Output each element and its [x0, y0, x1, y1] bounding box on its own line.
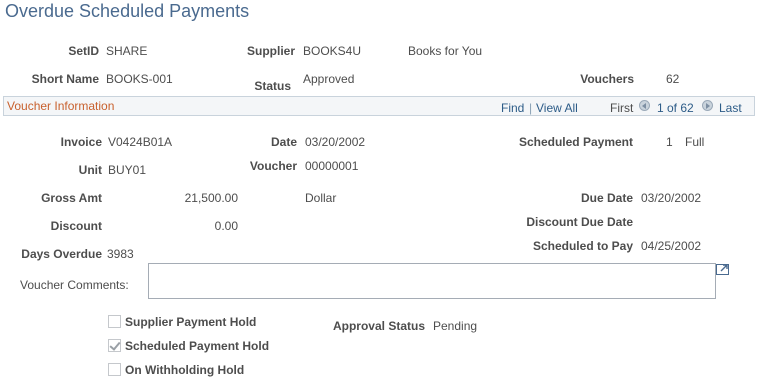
status-value: Approved: [303, 72, 355, 86]
arrow-right-icon[interactable]: [702, 100, 713, 111]
view-all-link[interactable]: View All: [536, 101, 578, 115]
voucher-value: 00000001: [305, 159, 359, 173]
due-date-label: Due Date: [580, 191, 633, 205]
setid-value: SHARE: [106, 44, 148, 58]
unit-value: BUY01: [108, 163, 147, 177]
supplier-payment-hold-checkbox[interactable]: [108, 315, 121, 328]
section-title: Voucher Information: [7, 99, 115, 113]
scheduled-payment-hold-label: Scheduled Payment Hold: [125, 339, 270, 353]
short-name-label: Short Name: [31, 72, 99, 86]
due-date-value: 03/20/2002: [641, 191, 702, 205]
supplier-value: BOOKS4U: [303, 44, 362, 58]
gross-amt-label: Gross Amt: [41, 191, 102, 205]
gross-amt-value: 21,500.00: [184, 191, 238, 205]
vouchers-label: Vouchers: [580, 72, 634, 86]
pager-text: 1 of 62: [657, 101, 694, 115]
discount-value: 0.00: [214, 219, 238, 233]
arrow-left-icon[interactable]: [639, 100, 650, 111]
unit-label: Unit: [78, 163, 102, 177]
scheduled-to-pay-value: 04/25/2002: [641, 239, 702, 253]
discount-label: Discount: [50, 219, 102, 233]
scheduled-payment-type: Full: [685, 135, 705, 149]
find-link[interactable]: Find: [501, 101, 524, 115]
withholding-hold-label: On Withholding Hold: [125, 363, 245, 377]
vouchers-value: 62: [666, 72, 680, 86]
approval-status-value: Pending: [433, 319, 478, 333]
scheduled-to-pay-label: Scheduled to Pay: [532, 239, 633, 253]
voucher-comments-label: Voucher Comments:: [20, 278, 129, 292]
invoice-label: Invoice: [60, 135, 102, 149]
date-label: Date: [270, 135, 297, 149]
days-overdue-value: 3983: [107, 247, 134, 261]
page-title: Overdue Scheduled Payments: [5, 1, 250, 21]
short-name-value: BOOKS-001: [106, 72, 173, 86]
scheduled-payment-value: 1: [666, 135, 673, 149]
last-link[interactable]: Last: [719, 101, 742, 115]
supplier-payment-hold-label: Supplier Payment Hold: [125, 315, 257, 329]
checkmark-icon: [109, 339, 121, 351]
voucher-comments-field[interactable]: [148, 263, 716, 299]
invoice-value: V0424B01A: [108, 135, 173, 149]
status-label: Status: [254, 79, 291, 93]
setid-label: SetID: [68, 44, 99, 58]
approval-status-label: Approval Status: [332, 319, 425, 333]
nav-separator: |: [529, 101, 533, 115]
currency-value: Dollar: [305, 191, 337, 205]
expand-icon[interactable]: [716, 263, 731, 275]
scheduled-payment-hold-checkbox[interactable]: [108, 339, 121, 352]
discount-due-date-label: Discount Due Date: [526, 215, 633, 229]
date-value: 03/20/2002: [305, 135, 366, 149]
scheduled-payment-label: Scheduled Payment: [518, 135, 633, 149]
voucher-label: Voucher: [249, 159, 297, 173]
first-label[interactable]: First: [610, 101, 633, 115]
withholding-hold-checkbox[interactable]: [108, 363, 121, 376]
supplier-label: Supplier: [246, 44, 295, 58]
days-overdue-label: Days Overdue: [21, 247, 102, 261]
supplier-name: Books for You: [408, 44, 483, 58]
